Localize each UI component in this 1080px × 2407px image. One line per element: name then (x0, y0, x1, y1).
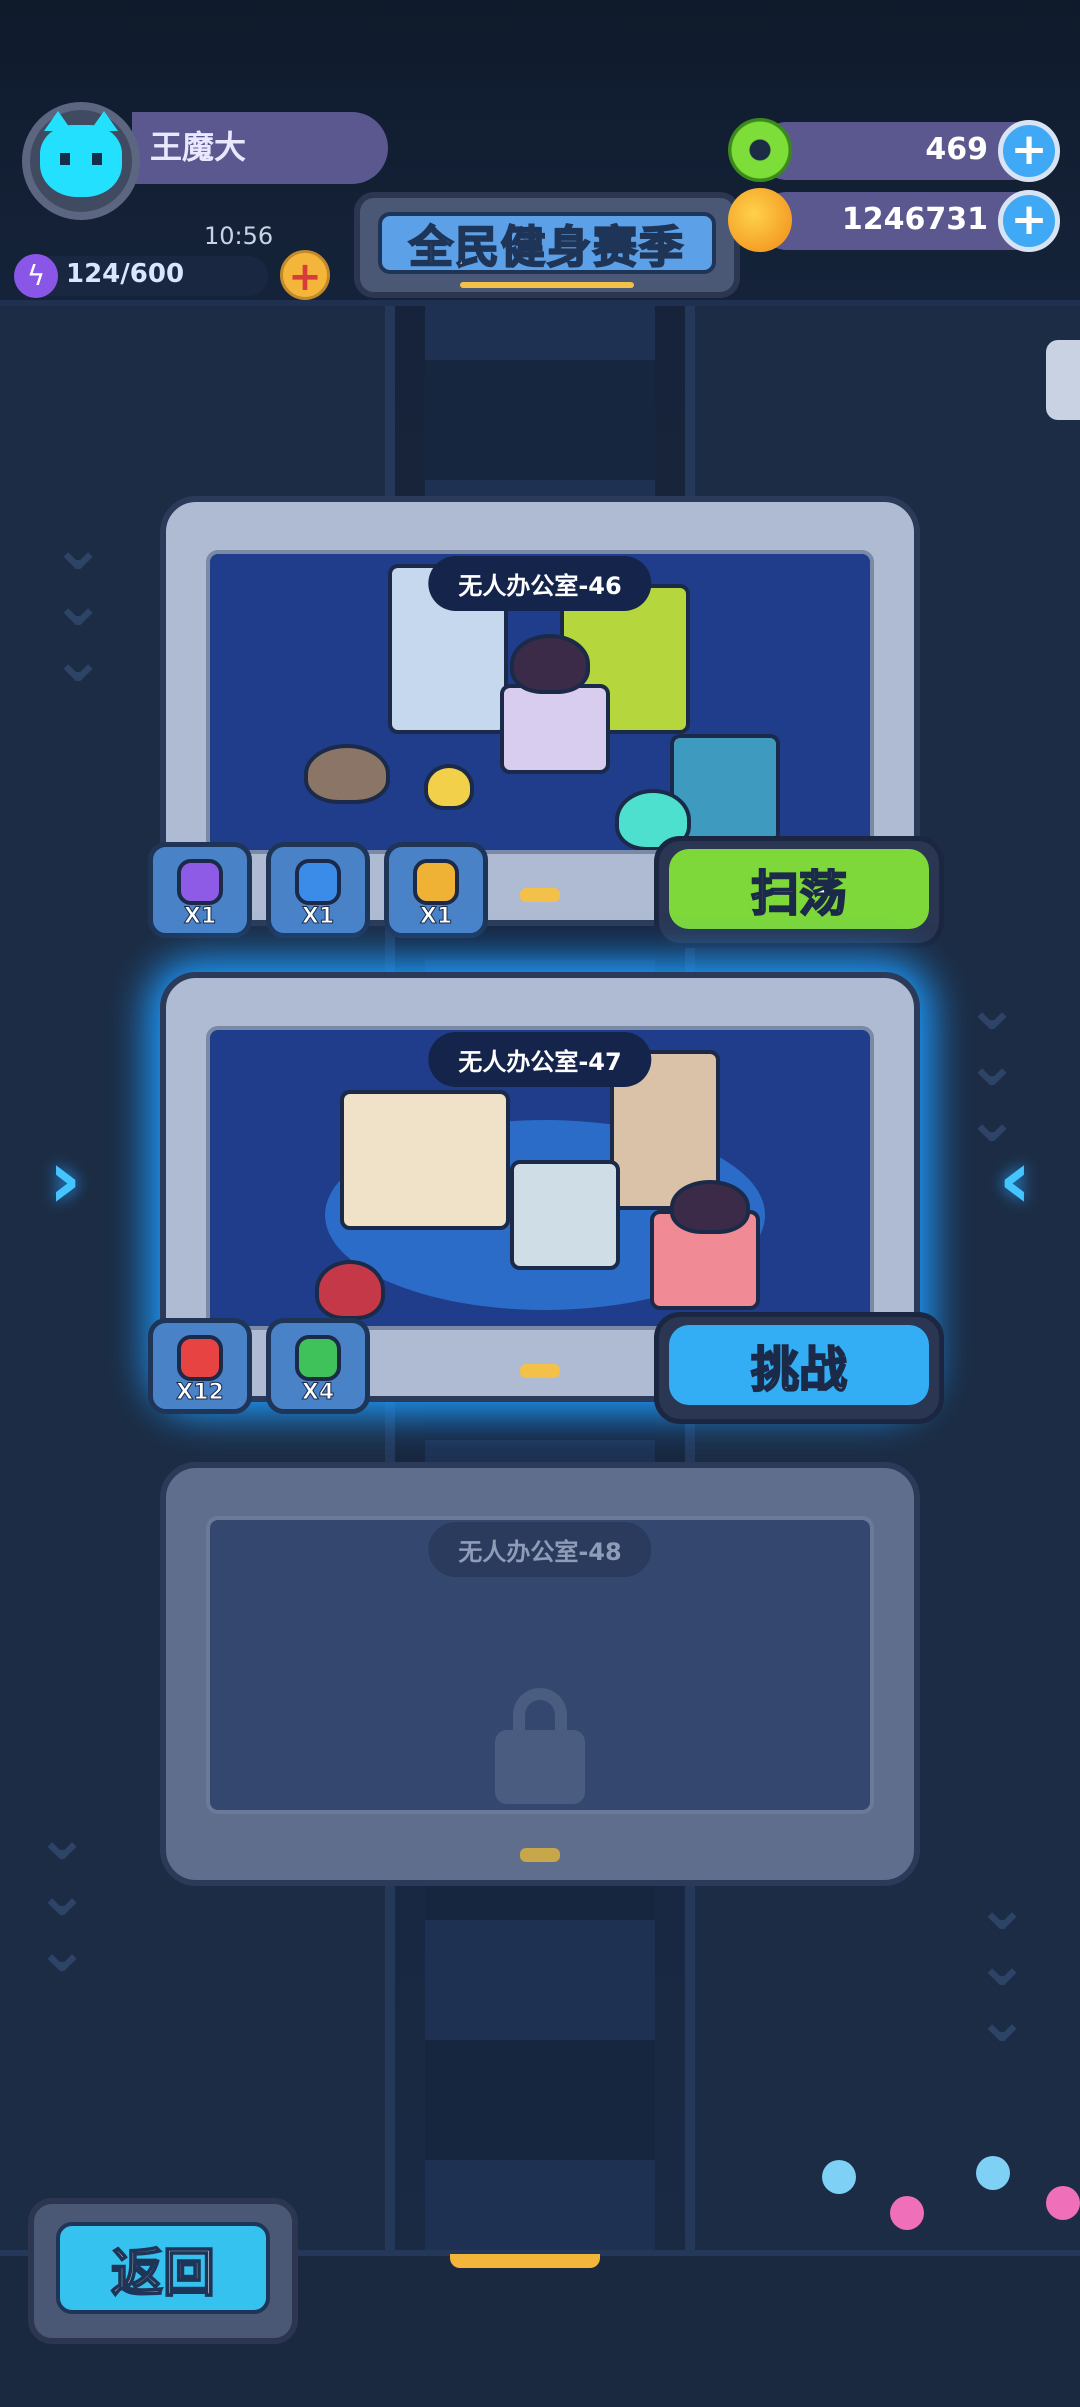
season-label: 全民健身赛季 (408, 221, 685, 274)
reward-quantity: X1 (301, 904, 335, 930)
back-button[interactable]: 返回 (28, 2198, 298, 2344)
purple-gem-icon (177, 859, 223, 905)
add-donut-button[interactable]: + (998, 120, 1060, 182)
string-light-icon (822, 2160, 856, 2194)
sweep-label: 扫荡 (669, 849, 929, 929)
flower-pot-illustration (424, 764, 474, 810)
reward-slot[interactable]: X1 (384, 842, 488, 938)
currency-donut: 469 + (728, 118, 1060, 182)
green-gem-icon (295, 1335, 341, 1381)
challenge-label: 挑战 (669, 1325, 929, 1405)
side-menu-tab[interactable] (1046, 340, 1080, 420)
reward-quantity: X1 (419, 904, 453, 930)
currency-planet: 1246731 + (728, 188, 1060, 252)
chevron-down-decoration: ⌄ ⌄ ⌄ (965, 971, 1019, 1157)
lightning-icon: ϟ (14, 254, 58, 298)
next-level-arrow-icon[interactable]: ‹ (980, 1130, 1050, 1230)
level-card-48[interactable]: 无人办公室-48 (160, 1462, 920, 1886)
reward-quantity: X4 (301, 1380, 335, 1406)
cat-avatar-icon (40, 111, 122, 197)
previous-level-arrow-icon[interactable]: › (30, 1130, 100, 1230)
add-planet-coin-button[interactable]: + (998, 190, 1060, 252)
player-name: 王魔大 (150, 128, 247, 166)
dark-slime-illustration (510, 634, 590, 694)
reward-slot[interactable]: X1 (148, 842, 252, 938)
lock-icon (495, 1688, 585, 1804)
challenge-button[interactable]: 挑战 (654, 1312, 944, 1424)
donut-amount: 469 (925, 132, 988, 167)
energy-refill-timer: 10:56 (204, 222, 274, 250)
chevron-down-decoration: ⌄ ⌄ ⌄ (975, 1871, 1029, 2057)
blue-gem-icon (295, 859, 341, 905)
chevron-down-decoration: ⌄ ⌄ ⌄ (35, 1801, 89, 1987)
microwave-illustration (500, 684, 610, 774)
reward-slot[interactable]: X4 (266, 1318, 370, 1414)
level-title: 无人办公室-46 (428, 556, 652, 611)
season-button[interactable]: 全民健身赛季 (354, 192, 740, 298)
reward-slot[interactable]: X1 (266, 842, 370, 938)
desk-illustration (340, 1090, 510, 1230)
sweep-button[interactable]: 扫荡 (654, 836, 944, 948)
planet-coin-amount: 1246731 (841, 202, 988, 237)
dark-slime-illustration (670, 1180, 750, 1234)
rock-illustration (304, 744, 390, 804)
fox-illustration (315, 1260, 385, 1320)
level-title: 无人办公室-47 (428, 1032, 652, 1087)
string-light-icon (976, 2156, 1010, 2190)
gold-gem-icon (413, 859, 459, 905)
string-light-icon (890, 2196, 924, 2230)
level-title: 无人办公室-48 (428, 1522, 652, 1577)
planet-coin-icon (728, 188, 792, 252)
red-gem-icon (177, 1335, 223, 1381)
energy-value: 124/600 (66, 259, 185, 289)
donut-icon (728, 118, 792, 182)
player-avatar[interactable] (22, 102, 140, 220)
reward-slot[interactable]: X12 (148, 1318, 252, 1414)
string-light-icon (1046, 2186, 1080, 2220)
add-energy-button[interactable]: + (280, 250, 330, 300)
chevron-down-decoration: ⌄ ⌄ ⌄ (51, 511, 105, 697)
back-label: 返回 (56, 2222, 270, 2314)
computer-illustration (510, 1160, 620, 1270)
reward-quantity: X1 (183, 904, 217, 930)
reward-quantity: X12 (176, 1380, 225, 1406)
